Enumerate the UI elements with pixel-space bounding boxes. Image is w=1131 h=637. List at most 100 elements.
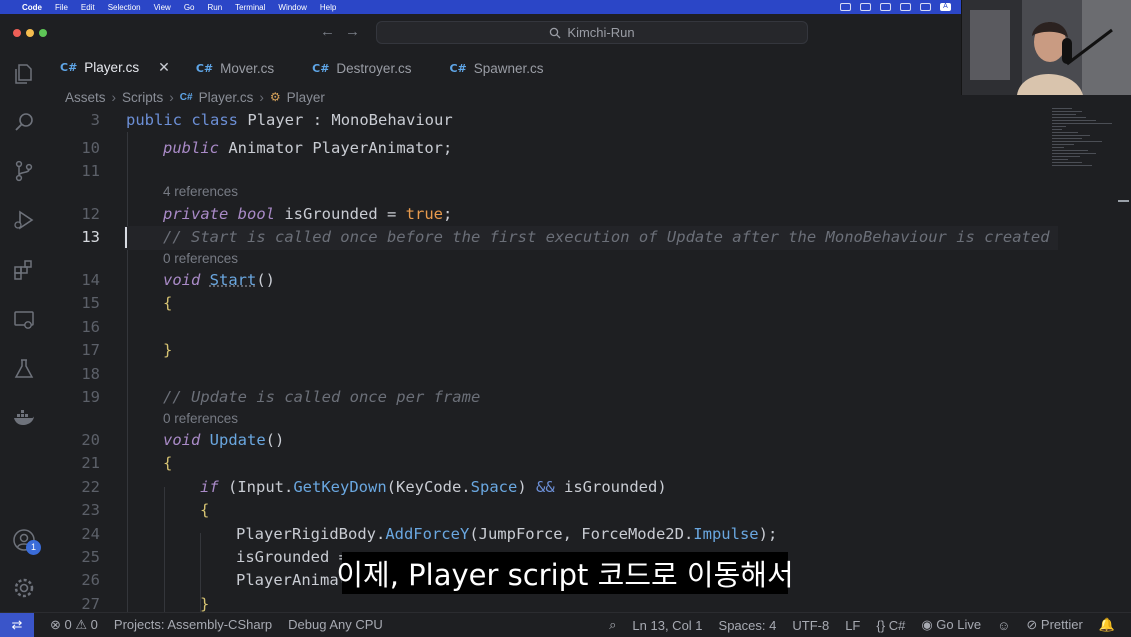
webcam-video-frame: [962, 0, 1131, 95]
debug-configuration[interactable]: Debug Any CPU: [288, 617, 383, 632]
code-line: 10 public Animator PlayerAnimator;: [48, 137, 1058, 160]
status-bar: ⇄ ⊗ 0 ⚠ 0 Projects: Assembly-CSharp Debu…: [0, 612, 1131, 636]
tab-destroyer-cs[interactable]: C# Destroyer.cs: [300, 52, 425, 84]
code-line: 12 private bool isGrounded = true;: [48, 203, 1058, 226]
csharp-file-icon: C#: [180, 92, 193, 103]
minimize-window-icon[interactable]: [26, 29, 34, 37]
chevron-right-icon: ›: [259, 90, 264, 105]
settings-gear-icon[interactable]: [12, 576, 36, 600]
class-symbol-icon: ⚙: [270, 90, 281, 104]
code-line: 3 public class Player : MonoBehaviour: [48, 109, 1058, 132]
csharp-file-icon: C#: [196, 62, 213, 75]
csharp-file-icon: C#: [449, 62, 466, 75]
source-control-icon[interactable]: [12, 159, 36, 183]
remote-indicator-icon[interactable]: ⇄: [0, 613, 34, 637]
tab-label: Mover.cs: [220, 61, 274, 76]
activity-bar: 1: [0, 52, 48, 612]
go-live-button[interactable]: ◉ Go Live: [921, 617, 981, 633]
breadcrumb-assets[interactable]: Assets: [65, 90, 106, 105]
command-center-search[interactable]: Kimchi-Run: [376, 21, 808, 44]
bluetooth-icon[interactable]: [920, 3, 931, 11]
testing-flask-icon[interactable]: [12, 357, 36, 381]
scrollbar-thumb[interactable]: [1118, 200, 1129, 202]
zoom-icon[interactable]: ⌕: [609, 617, 616, 633]
menu-code[interactable]: Code: [22, 3, 42, 12]
code-line: 27}: [48, 593, 1058, 612]
csharp-file-icon: C#: [60, 61, 77, 74]
search-sidebar-icon[interactable]: [12, 110, 36, 134]
run-debug-icon[interactable]: [12, 208, 36, 232]
menu-run[interactable]: Run: [207, 3, 222, 12]
video-subtitle: 이제, Player script 코드로 이동해서: [342, 552, 788, 594]
language-mode[interactable]: {} C#: [876, 618, 905, 633]
code-line: 16: [48, 316, 1058, 339]
prettier-button[interactable]: ⊘ Prettier: [1026, 617, 1082, 633]
volume-icon[interactable]: [900, 3, 911, 11]
minimap[interactable]: [1052, 108, 1118, 228]
menu-selection[interactable]: Selection: [108, 3, 141, 12]
wifi-icon[interactable]: [880, 3, 891, 11]
indentation-setting[interactable]: Spaces: 4: [719, 618, 777, 633]
code-line-current: 13// Start is called once before the fir…: [48, 226, 1058, 249]
extensions-icon[interactable]: [12, 258, 36, 282]
project-indicator[interactable]: Projects: Assembly-CSharp: [114, 617, 272, 632]
error-icon: ⊗: [50, 617, 61, 632]
tab-spawner-cs[interactable]: C# Spawner.cs: [437, 52, 557, 84]
braces-icon: {}: [876, 618, 885, 633]
explorer-icon[interactable]: [12, 62, 36, 86]
close-window-icon[interactable]: [13, 29, 21, 37]
code-line: 11: [48, 160, 1058, 183]
end-of-line[interactable]: LF: [845, 618, 860, 633]
tab-player-cs[interactable]: C# Player.cs ✕: [48, 52, 184, 84]
code-line: 20 void Update(): [48, 429, 1058, 452]
menu-file[interactable]: File: [55, 3, 68, 12]
code-editor[interactable]: 3 public class Player : MonoBehaviour 10 p…: [48, 108, 1058, 612]
code-line: 22 if (Input.GetKeyDown(KeyCode.Space) &&…: [48, 476, 1058, 499]
chevron-right-icon: ›: [169, 90, 174, 105]
csharp-file-icon: C#: [312, 62, 329, 75]
breadcrumb-class[interactable]: Player: [287, 90, 325, 105]
file-encoding[interactable]: UTF-8: [792, 618, 829, 633]
tab-label: Destroyer.cs: [336, 61, 411, 76]
code-line: 18: [48, 363, 1058, 386]
code-line: 17}: [48, 339, 1058, 362]
maximize-window-icon[interactable]: [39, 29, 47, 37]
code-line: 15{: [48, 292, 1058, 315]
broadcast-icon: ◉: [921, 617, 932, 632]
tab-label: Spawner.cs: [474, 61, 544, 76]
code-line: 14 void Start(): [48, 269, 1058, 292]
copilot-icon[interactable]: ☺: [997, 618, 1010, 633]
docker-icon[interactable]: [12, 406, 36, 430]
problems-indicator[interactable]: ⊗ 0 ⚠ 0: [50, 617, 98, 633]
menu-view[interactable]: View: [154, 3, 171, 12]
search-icon: [549, 27, 561, 39]
menu-window[interactable]: Window: [278, 3, 306, 12]
check-double-icon: ⊘: [1026, 617, 1037, 632]
references-codelens[interactable]: 4 references: [163, 183, 238, 201]
back-arrow-icon[interactable]: ←: [320, 23, 345, 40]
input-source-icon[interactable]: A: [940, 3, 951, 11]
tab-mover-cs[interactable]: C# Mover.cs: [184, 52, 288, 84]
references-codelens[interactable]: 0 references: [163, 250, 238, 268]
close-tab-icon[interactable]: ✕: [158, 59, 170, 76]
code-line: 24 PlayerRigidBody.AddForceY(JumpForce, F…: [48, 523, 1058, 546]
display-icon[interactable]: [860, 3, 871, 11]
remote-explorer-icon[interactable]: [12, 308, 36, 332]
cursor-position[interactable]: Ln 13, Col 1: [632, 618, 702, 633]
forward-arrow-icon[interactable]: →: [345, 23, 370, 40]
screen-record-icon[interactable]: [840, 3, 851, 11]
menu-help[interactable]: Help: [320, 3, 336, 12]
code-line: 19// Update is called once per frame: [48, 386, 1058, 409]
menu-go[interactable]: Go: [184, 3, 195, 12]
menu-status-icons: A: [840, 0, 951, 14]
search-label: Kimchi-Run: [567, 25, 634, 40]
breadcrumb-scripts[interactable]: Scripts: [122, 90, 163, 105]
references-codelens[interactable]: 0 references: [163, 410, 238, 428]
menu-edit[interactable]: Edit: [81, 3, 95, 12]
navigation-arrows: ←→: [320, 23, 370, 40]
code-line: 21{: [48, 452, 1058, 475]
breadcrumb-file[interactable]: Player.cs: [199, 90, 254, 105]
menu-terminal[interactable]: Terminal: [235, 3, 265, 12]
breadcrumb: Assets › Scripts › C# Player.cs › ⚙ Play…: [65, 88, 325, 106]
notifications-bell-icon[interactable]: 🔔: [1099, 617, 1115, 633]
